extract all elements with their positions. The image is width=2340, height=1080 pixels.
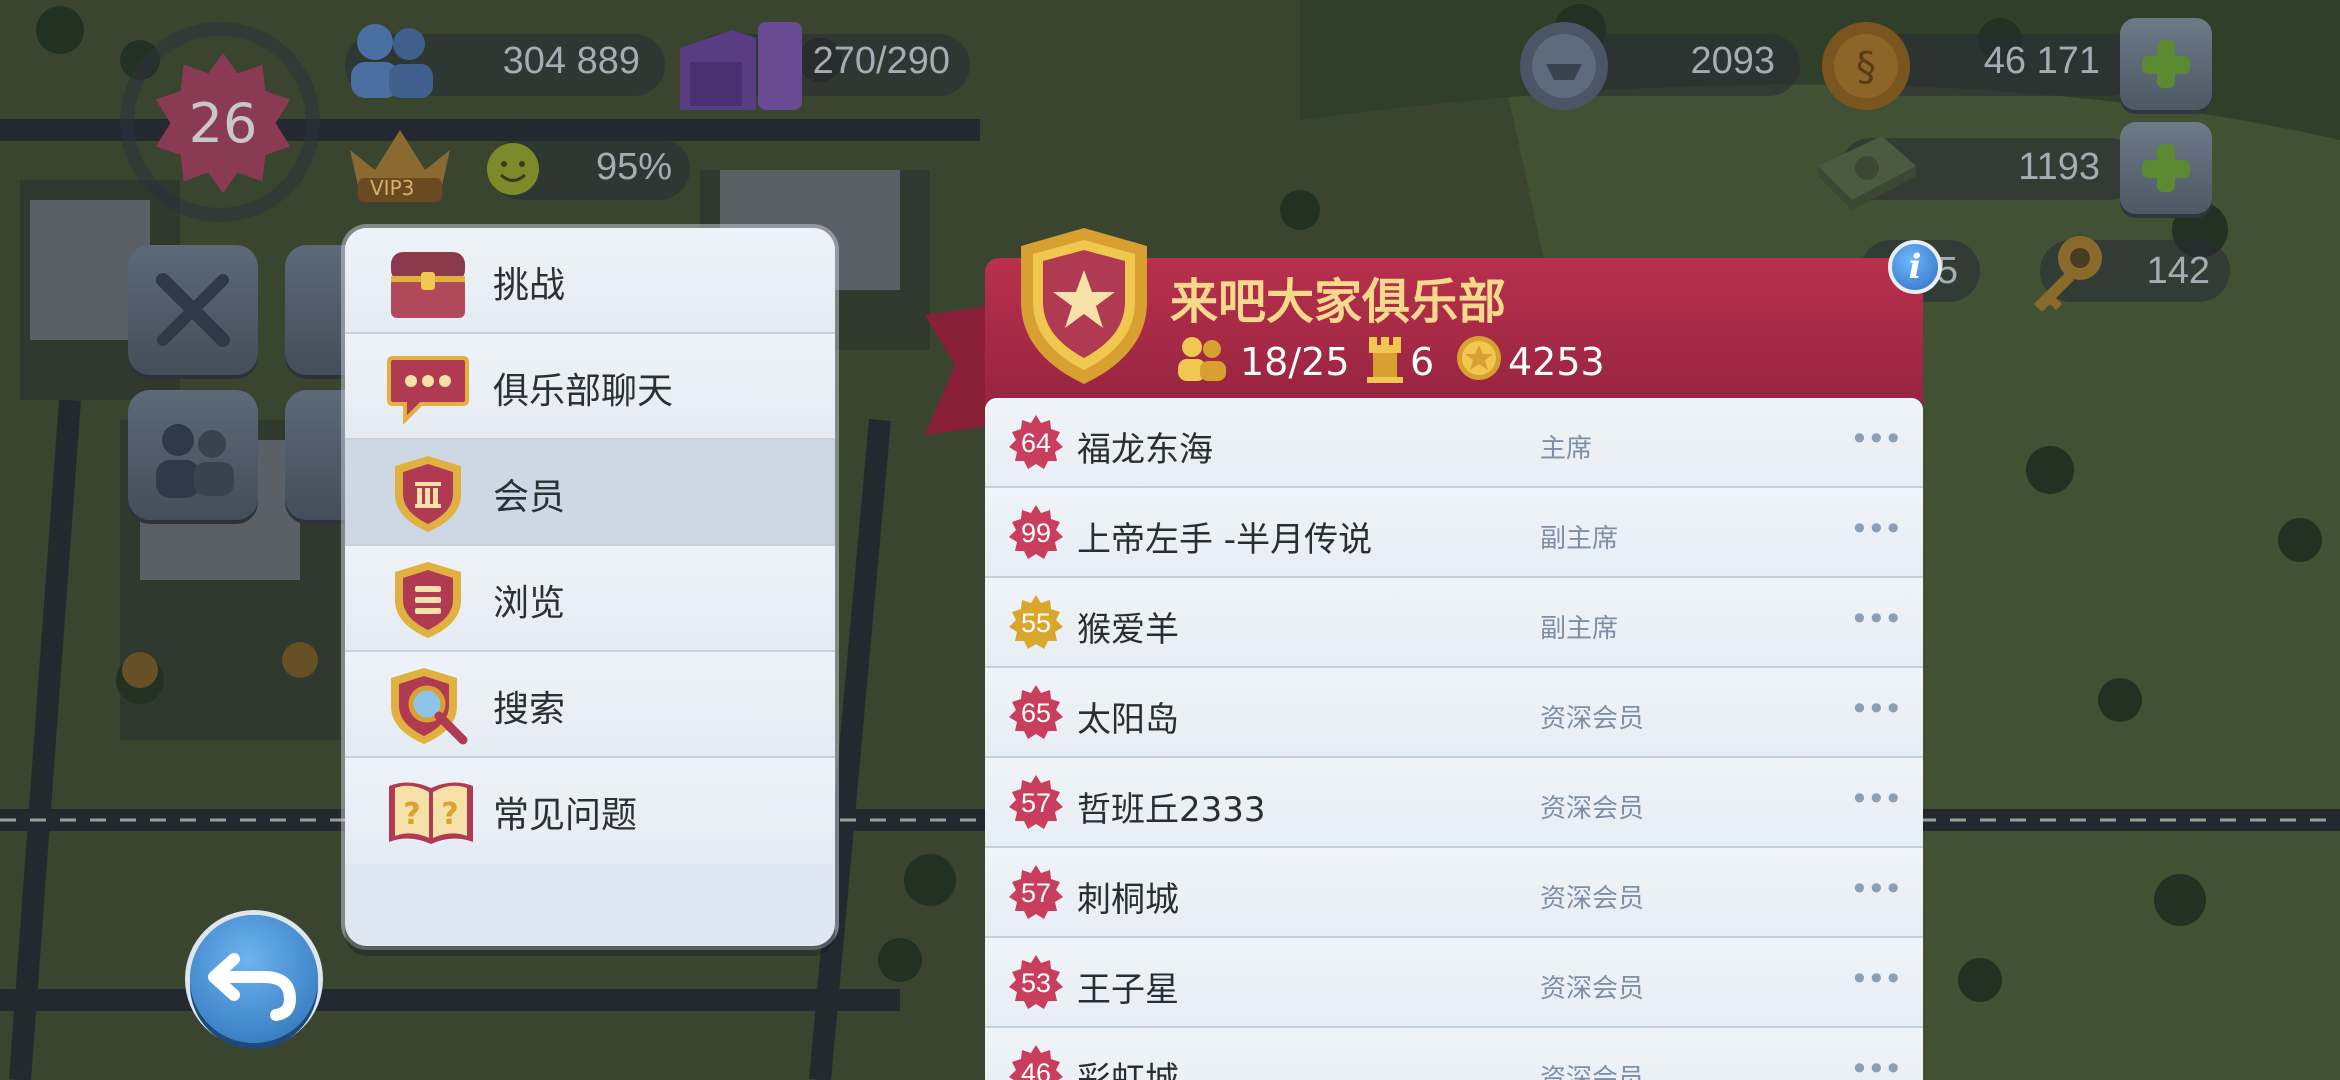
member-row[interactable]: 99 上帝左手 -半月传说 副主席 ••• [985,488,1923,579]
player-level: 26 [188,92,258,155]
menu-label-challenges: 挑战 [493,265,566,306]
member-name: 王子星 [1077,970,1179,1010]
menu-label-browse: 浏览 [493,583,566,624]
member-more-button[interactable]: ••• [1850,873,1903,905]
member-level: 57 [1020,788,1052,818]
member-role: 副主席 [1540,524,1619,554]
member-level: 53 [1020,968,1052,998]
key-value: 142 [2146,250,2210,292]
member-row[interactable]: 57 哲班丘2333 资深会员 ••• [985,758,1923,849]
menu-item-members[interactable]: 会员 [345,440,835,546]
list-shield-icon [395,562,461,638]
chat-bubble-icon [387,356,469,425]
simoleon-icon[interactable]: § [1818,18,1914,114]
member-row[interactable]: 55 猴爱羊 副主席 ••• [985,578,1923,669]
club-emblem-icon[interactable] [1015,226,1153,386]
member-more-button[interactable]: ••• [1850,693,1903,725]
menu-label-club-chat: 俱乐部聊天 [493,371,674,412]
svg-text:§: § [1856,44,1876,90]
member-name: 福龙东海 [1077,430,1213,470]
menu-item-search[interactable]: 搜索 [345,652,835,758]
repair-tools-button[interactable] [128,245,258,375]
club-name: 来吧大家俱乐部 [1170,274,1507,330]
menu-item-browse[interactable]: 浏览 [345,546,835,652]
member-level: 65 [1020,698,1052,728]
club-points: 4253 [1508,340,1605,384]
tower-icon [1367,337,1403,383]
menu-item-challenges[interactable]: 挑战 [345,228,835,334]
menu-item-club-chat[interactable]: 俱乐部聊天 [345,334,835,440]
member-level: 64 [1020,428,1052,458]
vip-label: VIP3 [370,176,415,200]
member-name: 哲班丘2333 [1077,790,1266,830]
club-tower-count: 6 [1410,340,1435,384]
member-more-button[interactable]: ••• [1850,423,1903,455]
member-more-button[interactable]: ••• [1850,783,1903,815]
menu-label-search: 搜索 [493,689,566,730]
club-menu: 挑战 俱乐部聊天 会员 浏览 搜索 ? ? 常见问题 [345,228,835,946]
member-level: 57 [1020,878,1052,908]
wrench-screwdriver-icon [156,273,230,347]
member-role: 主席 [1540,434,1593,464]
member-more-button[interactable]: ••• [1850,963,1903,995]
simoleon-value: 46 171 [1983,40,2100,82]
member-role: 资深会员 [1540,794,1645,824]
smiley-icon [487,143,539,195]
member-row[interactable]: 57 刺桐城 资深会员 ••• [985,848,1923,939]
svg-text:?: ? [441,797,458,832]
member-role: 资深会员 [1540,704,1645,734]
member-role: 资深会员 [1540,1064,1645,1080]
member-name: 太阳岛 [1077,700,1179,740]
member-row[interactable]: 65 太阳岛 资深会员 ••• [985,668,1923,759]
menu-item-faq[interactable]: ? ? 常见问题 [345,758,835,864]
member-role: 资深会员 [1540,884,1645,914]
happiness-value: 95% [595,146,672,188]
social-button[interactable] [128,390,258,520]
member-more-button[interactable]: ••• [1850,1053,1903,1080]
member-row[interactable]: 53 王子星 资深会员 ••• [985,938,1923,1029]
buy-simcash-button[interactable] [2120,122,2212,214]
simcash-icon[interactable] [1812,126,1922,210]
menu-label-faq: 常见问题 [493,795,638,836]
silver-coin-value: 2093 [1690,40,1775,82]
buy-simoleons-button[interactable] [2120,18,2212,110]
member-more-button[interactable]: ••• [1850,603,1903,635]
back-button[interactable] [190,915,318,1043]
member-row[interactable]: 46 彩虹城 资深会员 ••• [985,1028,1923,1080]
question-book-icon: ? ? [389,782,473,844]
silver-coin-icon[interactable] [1516,18,1612,114]
club-member-count: 18/25 [1240,340,1350,384]
people-icon [156,424,234,498]
member-row[interactable]: 64 福龙东海 主席 ••• [985,398,1923,489]
members-icon [1178,337,1226,381]
menu-label-members: 会员 [493,477,566,518]
member-name: 上帝左手 -半月传说 [1077,520,1373,560]
member-level: 46 [1020,1058,1052,1080]
member-name: 彩虹城 [1077,1060,1179,1080]
club-shield-icon [395,456,461,532]
member-list: 64 福龙东海 主席 ••• 99 上帝左手 -半月传说 副主席 ••• 55 猴爱羊 副主席 •••… [985,398,1923,1080]
member-name: 刺桐城 [1077,880,1179,920]
population-icon [351,24,433,98]
population-value: 304 889 [502,40,640,82]
member-level: 99 [1020,518,1052,548]
member-name: 猴爱羊 [1077,610,1179,650]
gold-star-coin-icon [1457,336,1501,380]
golden-key-icon[interactable] [2020,226,2116,322]
treasure-chest-icon [391,252,465,318]
magnifier-shield-icon [391,668,468,745]
member-more-button[interactable]: ••• [1850,513,1903,545]
member-role: 资深会员 [1540,974,1645,1004]
back-arrow-icon [208,953,297,1021]
member-role: 副主席 [1540,614,1619,644]
storage-value: 270/290 [812,40,950,82]
member-level: 55 [1020,608,1052,638]
club-info-button[interactable]: i [1888,240,1942,294]
simcash-value: 1193 [2018,146,2100,188]
svg-text:?: ? [403,797,420,832]
